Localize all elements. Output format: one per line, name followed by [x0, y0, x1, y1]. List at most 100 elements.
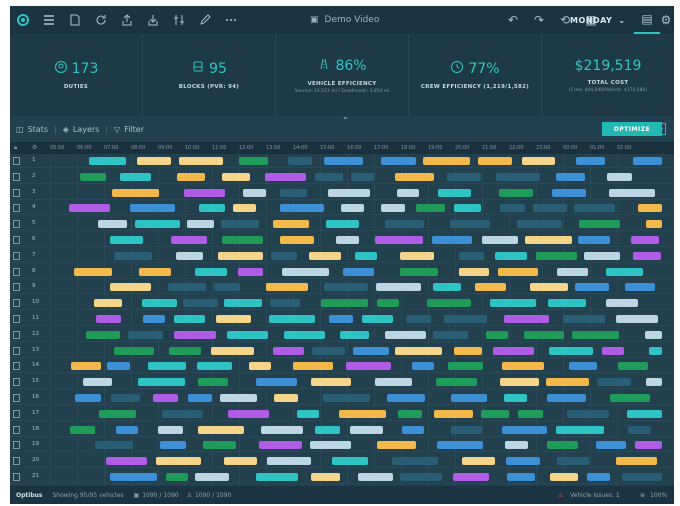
- row-checkbox[interactable]: [13, 346, 20, 355]
- duty-block[interactable]: [288, 157, 313, 165]
- duty-block[interactable]: [399, 473, 442, 481]
- duty-block[interactable]: [557, 267, 589, 276]
- duty-block[interactable]: [178, 157, 224, 165]
- duty-block[interactable]: [95, 315, 122, 323]
- duty-block[interactable]: [358, 473, 393, 481]
- duty-block[interactable]: [437, 188, 472, 197]
- duty-block[interactable]: [596, 441, 626, 450]
- duty-block[interactable]: [563, 315, 605, 323]
- duty-block[interactable]: [645, 378, 662, 387]
- edit-icon[interactable]: [192, 6, 218, 34]
- row-checkbox[interactable]: [13, 441, 20, 450]
- duty-block[interactable]: [109, 236, 144, 244]
- duty-block[interactable]: [315, 172, 344, 181]
- row-checkbox[interactable]: [13, 157, 20, 165]
- duty-block[interactable]: [109, 473, 158, 481]
- duty-block[interactable]: [450, 220, 490, 229]
- vehicle-row[interactable]: 2: [10, 170, 674, 184]
- duty-block[interactable]: [174, 315, 205, 323]
- collapse-chevron-icon[interactable]: ⌄: [342, 112, 349, 121]
- duty-block[interactable]: [454, 204, 481, 213]
- duty-block[interactable]: [255, 378, 298, 387]
- vehicle-row[interactable]: 8: [10, 265, 674, 279]
- vehicle-row[interactable]: 17: [10, 407, 674, 421]
- duty-block[interactable]: [507, 473, 536, 481]
- duty-block[interactable]: [83, 378, 112, 387]
- duty-block[interactable]: [551, 188, 586, 197]
- duty-block[interactable]: [433, 409, 474, 418]
- vehicle-row[interactable]: 19: [10, 438, 674, 453]
- duty-block[interactable]: [323, 157, 363, 165]
- duty-block[interactable]: [214, 283, 240, 292]
- duty-block[interactable]: [69, 204, 110, 213]
- duty-block[interactable]: [194, 473, 230, 481]
- more-icon[interactable]: [218, 6, 244, 34]
- duty-block[interactable]: [481, 409, 509, 418]
- duty-block[interactable]: [322, 394, 370, 402]
- duty-block[interactable]: [497, 267, 538, 276]
- duty-block[interactable]: [311, 346, 346, 355]
- duty-block[interactable]: [199, 204, 226, 213]
- duty-block[interactable]: [79, 172, 106, 181]
- duty-block[interactable]: [391, 457, 438, 466]
- duty-block[interactable]: [111, 188, 159, 197]
- duty-block[interactable]: [451, 394, 487, 402]
- duty-block[interactable]: [505, 441, 529, 450]
- duty-block[interactable]: [485, 330, 509, 339]
- duty-block[interactable]: [169, 346, 202, 355]
- duty-block[interactable]: [533, 204, 568, 213]
- duty-block[interactable]: [609, 394, 651, 402]
- duty-block[interactable]: [147, 362, 186, 371]
- duty-block[interactable]: [501, 362, 544, 371]
- duty-block[interactable]: [162, 409, 204, 418]
- duty-block[interactable]: [447, 172, 481, 181]
- duty-block[interactable]: [395, 346, 443, 355]
- duty-block[interactable]: [432, 236, 472, 244]
- duty-block[interactable]: [280, 236, 314, 244]
- duty-block[interactable]: [99, 409, 137, 418]
- duty-block[interactable]: [223, 299, 262, 308]
- duty-block[interactable]: [401, 425, 424, 434]
- duty-block[interactable]: [176, 251, 203, 260]
- duty-block[interactable]: [622, 473, 662, 481]
- row-checkbox[interactable]: [13, 172, 20, 181]
- row-checkbox[interactable]: [13, 204, 20, 213]
- duty-block[interactable]: [406, 315, 431, 323]
- duty-block[interactable]: [493, 346, 535, 355]
- duty-block[interactable]: [219, 394, 258, 402]
- duty-block[interactable]: [308, 251, 342, 260]
- duty-block[interactable]: [616, 457, 658, 466]
- sliders-icon[interactable]: [166, 6, 192, 34]
- duty-block[interactable]: [70, 362, 101, 371]
- duty-block[interactable]: [634, 441, 662, 450]
- duty-block[interactable]: [489, 299, 536, 308]
- duty-block[interactable]: [432, 330, 468, 339]
- duty-block[interactable]: [279, 188, 308, 197]
- row-checkbox[interactable]: [13, 251, 20, 260]
- duty-block[interactable]: [450, 425, 482, 434]
- duty-block[interactable]: [69, 425, 96, 434]
- duty-block[interactable]: [625, 283, 656, 292]
- duty-block[interactable]: [548, 299, 587, 308]
- row-checkbox[interactable]: [13, 315, 20, 323]
- duty-block[interactable]: [453, 346, 483, 355]
- duty-block[interactable]: [283, 330, 326, 339]
- duty-block[interactable]: [616, 315, 659, 323]
- duty-block[interactable]: [459, 251, 485, 260]
- duty-block[interactable]: [500, 204, 525, 213]
- duty-block[interactable]: [94, 441, 134, 450]
- row-checkbox[interactable]: [13, 220, 20, 229]
- duty-block[interactable]: [377, 441, 416, 450]
- duty-block[interactable]: [243, 188, 266, 197]
- duty-block[interactable]: [320, 299, 368, 308]
- vehicle-row[interactable]: 21: [10, 470, 674, 484]
- menu-icon[interactable]: [36, 6, 62, 34]
- duty-block[interactable]: [587, 473, 611, 481]
- duty-block[interactable]: [376, 283, 422, 292]
- duty-block[interactable]: [228, 409, 270, 418]
- duty-block[interactable]: [115, 425, 138, 434]
- settings-icon[interactable]: ⚙: [658, 6, 674, 34]
- duty-block[interactable]: [73, 267, 113, 276]
- duty-block[interactable]: [197, 362, 232, 371]
- duty-block[interactable]: [340, 204, 365, 213]
